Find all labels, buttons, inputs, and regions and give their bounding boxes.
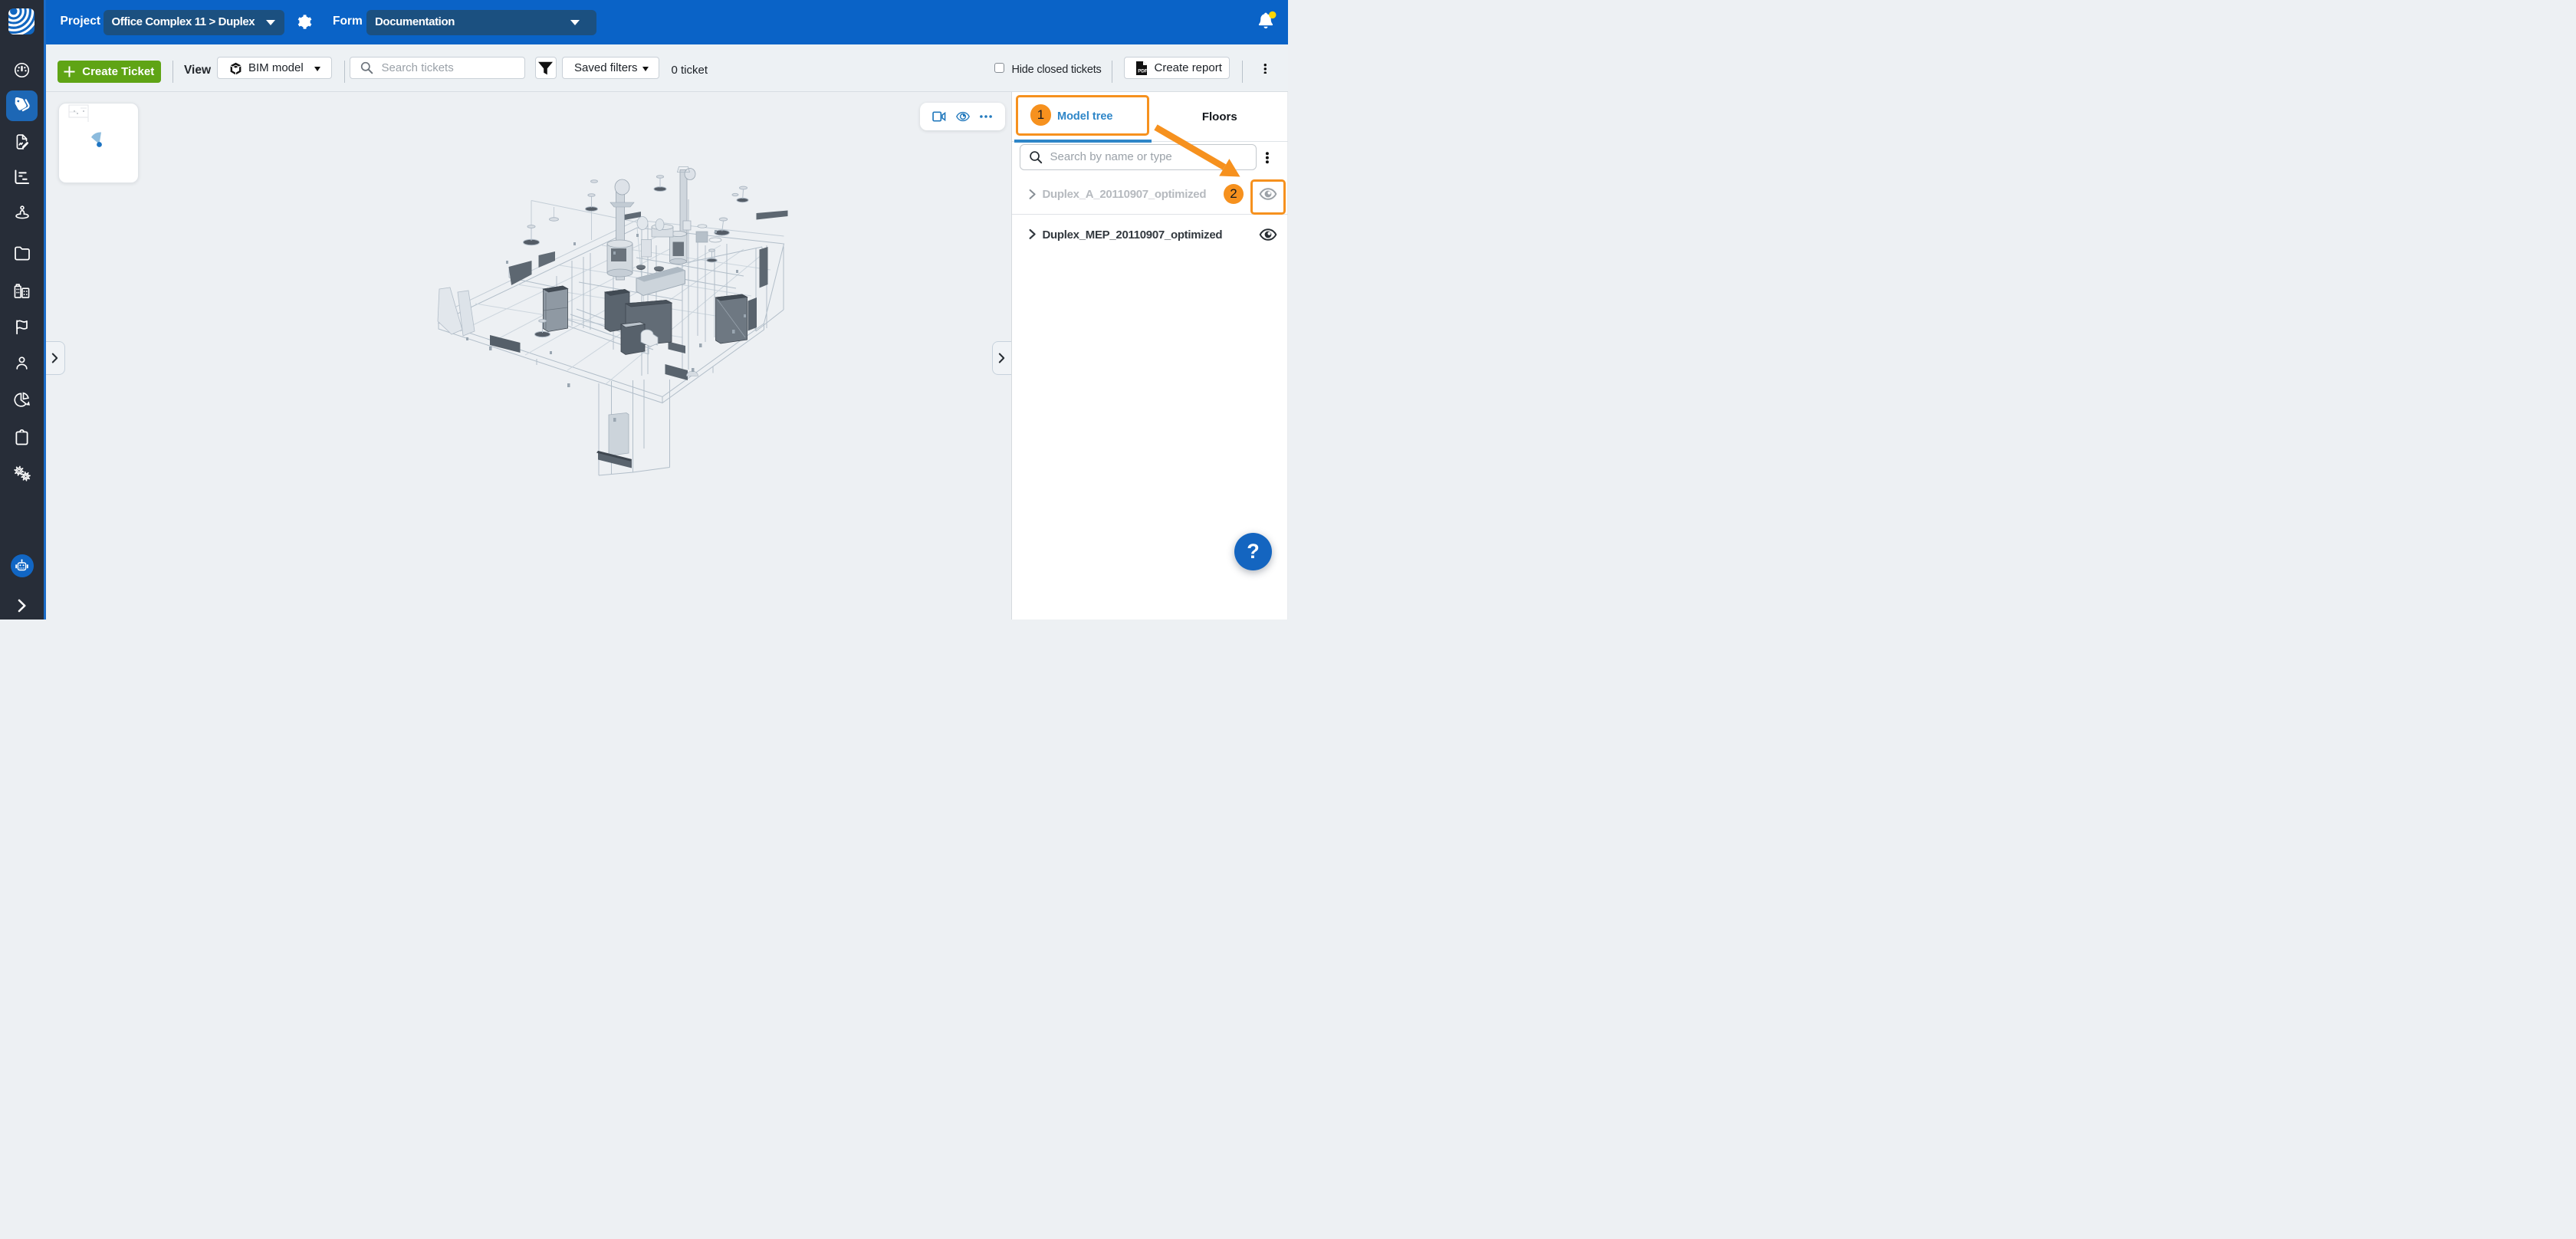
svg-text:PDF: PDF xyxy=(1138,68,1148,74)
